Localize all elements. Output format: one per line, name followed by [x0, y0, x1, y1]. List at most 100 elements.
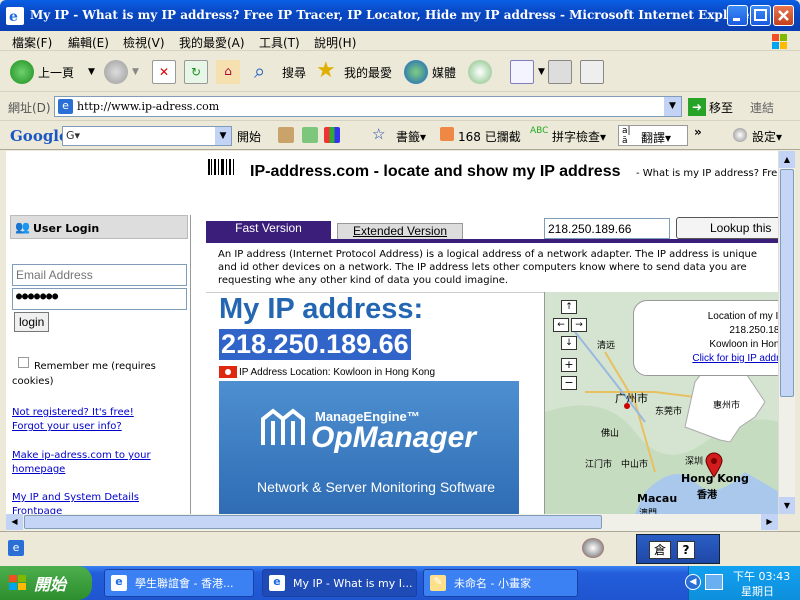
history-button[interactable]	[468, 58, 496, 86]
google-search-input[interactable]: G▾ ▼	[62, 126, 232, 146]
menu-favorites[interactable]: 我的最愛(A)	[179, 34, 245, 51]
links-label[interactable]: 連結	[750, 99, 774, 116]
popup-blocked-count[interactable]: 168 已攔截	[458, 128, 521, 145]
ime-language-bar[interactable]: 倉 ?	[636, 534, 720, 564]
ime-help-icon[interactable]: ?	[677, 541, 695, 559]
user-login-header: 👥 User Login	[10, 215, 188, 239]
close-icon	[778, 10, 789, 21]
forgot-info-link[interactable]: Forgot your user info?	[12, 421, 122, 432]
map-pan-right-icon[interactable]: →	[571, 318, 587, 332]
google-search-button[interactable]: 開始	[237, 128, 261, 145]
back-arrow-icon	[10, 60, 34, 84]
map-label: 深圳	[685, 457, 704, 467]
back-button[interactable]: 上一頁 ▼	[10, 58, 95, 86]
taskbar-item[interactable]: e My IP - What is my I...	[262, 569, 417, 597]
scroll-down-icon[interactable]: ▼	[779, 497, 795, 514]
vertical-scroll-thumb[interactable]	[780, 169, 794, 397]
lookup-button[interactable]: Lookup this	[676, 217, 778, 239]
big-map-link[interactable]: Click for big IP addre	[655, 352, 778, 366]
address-dropdown-icon[interactable]: ▼	[664, 97, 681, 116]
security-blocked-icon[interactable]	[582, 538, 604, 558]
menu-help[interactable]: 說明(H)	[314, 34, 356, 51]
chevron-down-icon[interactable]: ▼	[88, 67, 95, 77]
google-apps-icon[interactable]	[324, 127, 340, 143]
email-field[interactable]	[12, 264, 187, 286]
clock-day[interactable]: 星期日	[741, 583, 774, 599]
scroll-up-icon[interactable]: ▲	[779, 151, 795, 168]
register-link[interactable]: Not registered? It's free!	[12, 407, 134, 418]
map-label: 江门市	[585, 460, 613, 470]
clock-time[interactable]: 下午 03:43	[733, 568, 790, 584]
bookmarks-button[interactable]: 書籤▾	[396, 128, 426, 145]
star-icon: ★	[316, 58, 336, 83]
title-bar: e My IP - What is my IP address? Free IP…	[0, 0, 800, 31]
maximize-icon	[754, 9, 767, 21]
map-zoom-in-icon[interactable]: +	[561, 358, 577, 372]
system-details-link[interactable]: My IP and System Details Frontpage	[12, 491, 152, 514]
address-label: 網址(D)	[8, 101, 51, 115]
taskbar-item[interactable]: ✎ 未命名 - 小畫家	[423, 569, 578, 597]
horizontal-scroll-thumb[interactable]	[24, 515, 602, 529]
search-button[interactable]: ⌕ 搜尋	[254, 58, 306, 86]
password-field[interactable]: ●●●●●●●	[12, 288, 187, 310]
settings-button[interactable]: 設定▾	[752, 128, 782, 145]
opmanager-ad-banner[interactable]: ManageEngine™ OpManager Network & Server…	[219, 381, 519, 514]
map-pan-down-icon[interactable]: ↓	[561, 336, 577, 350]
menu-tools[interactable]: 工具(T)	[259, 34, 300, 51]
edit-button[interactable]	[580, 58, 608, 86]
svg-text:e: e	[9, 9, 18, 25]
chevron-down-icon[interactable]: ▼	[215, 127, 231, 145]
user-login-title: User Login	[33, 222, 100, 235]
mail-button[interactable]: ▼	[510, 58, 545, 86]
internet-explorer-icon: e	[6, 7, 24, 25]
map-label: 澳門	[639, 509, 658, 514]
map-zoom-out-icon[interactable]: −	[561, 376, 577, 390]
map-pan-up-icon[interactable]: ↑	[561, 300, 577, 314]
start-label: 開始	[34, 575, 67, 594]
vertical-scrollbar[interactable]: ▲ ▼	[778, 151, 795, 514]
chevron-down-icon[interactable]: ▼	[538, 67, 545, 77]
forward-button[interactable]: ▼	[104, 58, 139, 86]
map-bubble-line: Kowloon in Hong	[709, 339, 778, 350]
print-button[interactable]	[548, 58, 576, 86]
horizontal-scrollbar[interactable]: ◀ ▶	[6, 514, 778, 531]
menu-file[interactable]: 檔案(F)	[12, 34, 52, 51]
close-button[interactable]	[773, 5, 794, 26]
ime-mode-icon[interactable]: 倉	[649, 541, 671, 559]
favorites-button[interactable]: ★ 我的最愛	[316, 58, 392, 86]
stop-button[interactable]: ✕	[152, 58, 180, 86]
map-pin-icon[interactable]	[705, 452, 723, 478]
toolbar-more-button[interactable]: »	[694, 125, 702, 139]
refresh-button[interactable]: ↻	[184, 58, 212, 86]
windows-taskbar: 開始 e 學生聯誼會 - 香港... e My IP - What is my I.…	[0, 566, 800, 600]
scroll-right-icon[interactable]: ▶	[761, 514, 778, 530]
spellcheck-button[interactable]: 拼字檢查▾	[552, 128, 606, 145]
homepage-link[interactable]: Make ip-adress.com to your homepage	[12, 449, 162, 477]
map-label: 东莞市	[655, 407, 683, 417]
menu-edit[interactable]: 編輯(E)	[68, 34, 109, 51]
map-pan-left-icon[interactable]: ←	[553, 318, 569, 332]
minimize-button[interactable]	[727, 5, 748, 26]
pagerank-icon[interactable]	[278, 127, 294, 143]
highlight-icon[interactable]	[302, 127, 318, 143]
chevron-down-icon[interactable]: ▼	[132, 67, 139, 77]
address-input[interactable]: e http://www.ip-adress.com ▼	[54, 96, 682, 117]
location-map[interactable]: Location of my IP 218.250.189 Kowloon in…	[544, 292, 778, 514]
ip-lookup-input[interactable]	[544, 218, 670, 239]
network-icon[interactable]	[705, 574, 723, 590]
translate-icon: a| ā	[622, 126, 631, 146]
translate-button[interactable]: a| ā 翻譯▾	[618, 125, 688, 146]
home-button[interactable]: ⌂	[216, 58, 244, 86]
go-button[interactable]: ➜ 移至	[688, 97, 733, 117]
stop-icon: ✕	[152, 60, 176, 84]
tray-expand-icon[interactable]: ◀	[685, 574, 701, 590]
media-button[interactable]: 媒體	[404, 58, 456, 86]
menu-view[interactable]: 檢視(V)	[123, 34, 165, 51]
taskbar-item[interactable]: e 學生聯誼會 - 香港...	[104, 569, 254, 597]
scroll-left-icon[interactable]: ◀	[6, 514, 23, 530]
taskbar-item-label: 未命名 - 小畫家	[454, 577, 531, 590]
ad-tagline: Network & Server Monitoring Software	[257, 479, 496, 495]
start-button[interactable]: 開始	[0, 566, 92, 600]
login-button[interactable]: login	[14, 312, 50, 332]
maximize-button[interactable]	[750, 5, 771, 26]
